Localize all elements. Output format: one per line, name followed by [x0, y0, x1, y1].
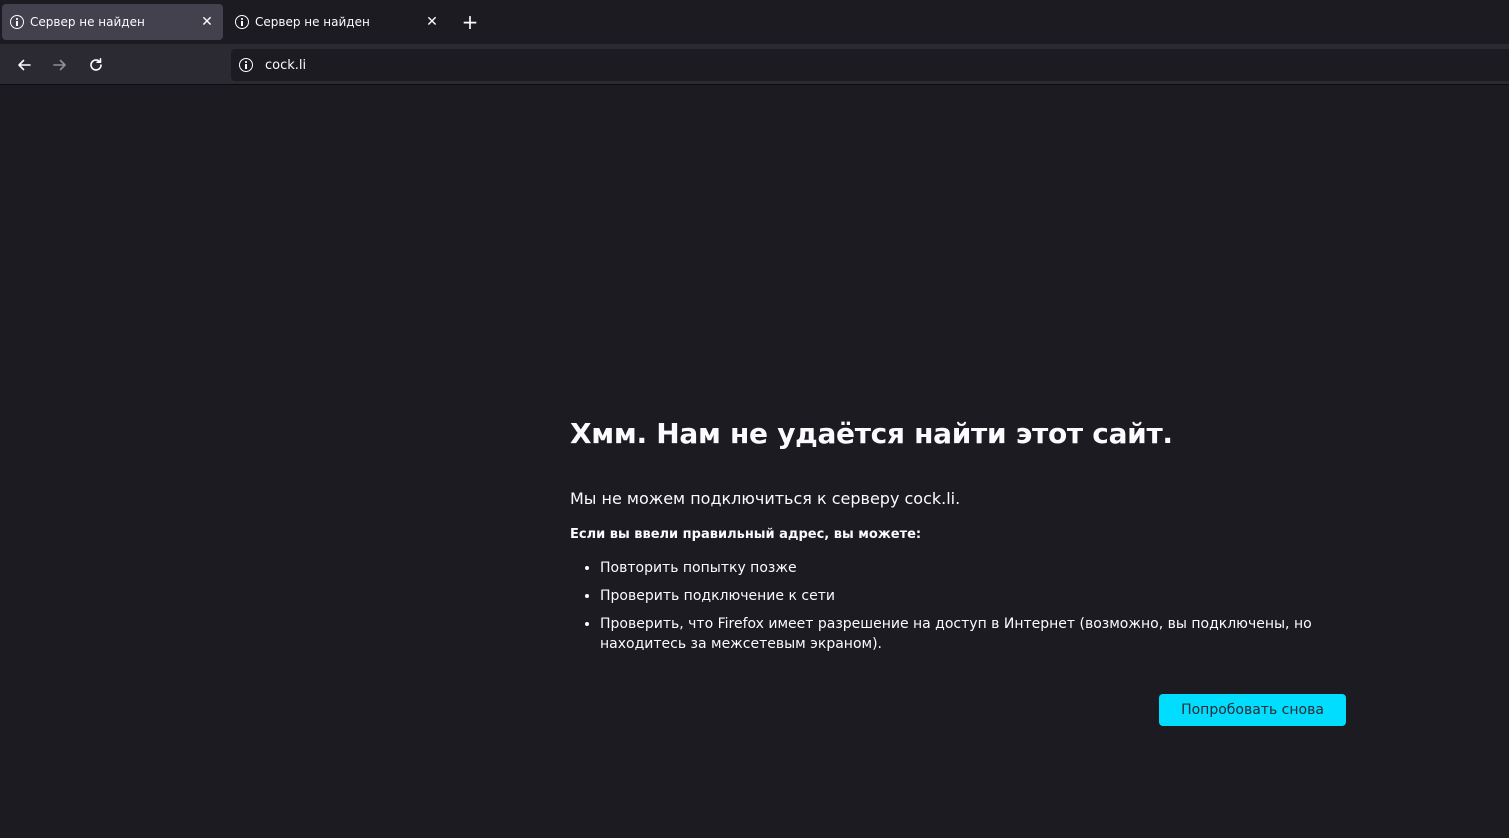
back-button[interactable] — [10, 52, 38, 78]
list-item: Повторить попытку позже — [600, 558, 1350, 578]
url-bar[interactable] — [231, 49, 1509, 81]
error-page: Хмм. Нам не удаётся найти этот сайт. Мы … — [570, 412, 1350, 662]
suggestions-heading: Если вы ввели правильный адрес, вы может… — [570, 527, 922, 542]
close-tab-icon[interactable]: ✕ — [199, 14, 215, 30]
try-again-button[interactable]: Попробовать снова — [1159, 694, 1346, 726]
tab-1[interactable]: Сервер не найден ✕ — [2, 4, 223, 40]
info-icon — [10, 15, 24, 29]
url-input[interactable] — [265, 57, 865, 73]
tab-strip: Сервер не найден ✕ Сервер не найден ✕ + — [0, 0, 1509, 44]
tab-2[interactable]: Сервер не найден ✕ — [227, 4, 448, 40]
reload-icon — [90, 58, 102, 71]
info-icon — [235, 15, 249, 29]
tab-title: Сервер не найден — [30, 15, 145, 29]
list-item: Проверить подключение к сети — [600, 586, 1350, 606]
forward-button[interactable] — [46, 52, 74, 78]
navigation-toolbar — [0, 44, 1509, 85]
reload-button[interactable] — [82, 52, 110, 78]
suggestions-list: Повторить попытку позже Проверить подклю… — [570, 558, 1350, 654]
info-icon[interactable] — [239, 58, 253, 72]
error-description: Мы не можем подключиться к серверу cock.… — [570, 489, 961, 508]
new-tab-button[interactable]: + — [458, 10, 482, 34]
arrow-right-icon — [53, 59, 66, 71]
close-tab-icon[interactable]: ✕ — [424, 14, 440, 30]
tab-title: Сервер не найден — [255, 15, 370, 29]
error-title: Хмм. Нам не удаётся найти этот сайт. — [570, 417, 1173, 450]
list-item: Проверить, что Firefox имеет разрешение … — [600, 614, 1350, 654]
arrow-left-icon — [18, 59, 31, 71]
